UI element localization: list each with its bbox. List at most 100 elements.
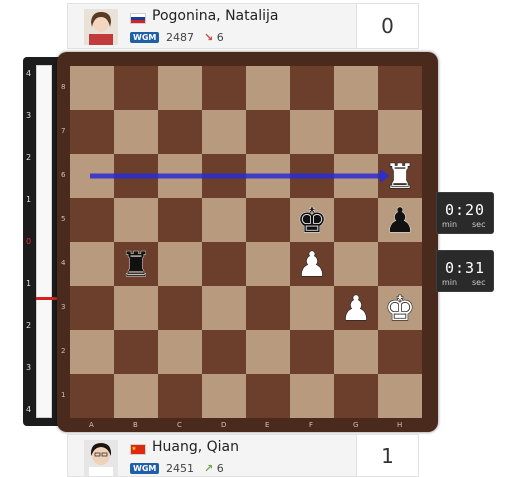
eval-label: 2 xyxy=(26,321,32,330)
black-pawn-h5-icon[interactable]: ♟ xyxy=(384,201,415,242)
trend-up-icon: ↗ xyxy=(204,462,214,475)
top-player-panel: Pogonina, Natalija WGM 2487 ↘ 6 0 xyxy=(67,3,419,49)
square-e2[interactable] xyxy=(246,330,290,374)
square-b3[interactable] xyxy=(114,286,158,330)
square-b8[interactable] xyxy=(114,66,158,110)
square-d3[interactable] xyxy=(202,286,246,330)
rank-label: 5 xyxy=(61,215,66,223)
rating-change-top: ↘ 6 xyxy=(204,31,224,44)
square-c1[interactable] xyxy=(158,374,202,418)
china-flag-icon xyxy=(130,444,146,455)
bottom-player-panel: Huang, Qian WGM 2451 ↗ 6 1 xyxy=(67,434,419,477)
black-rook-b4-icon[interactable]: ♜ xyxy=(120,245,151,286)
square-g8[interactable] xyxy=(334,66,378,110)
eval-zero-line xyxy=(36,297,59,300)
square-h2[interactable] xyxy=(378,330,422,374)
square-c5[interactable] xyxy=(158,198,202,242)
square-c2[interactable] xyxy=(158,330,202,374)
clock-sec-label: sec xyxy=(472,220,486,229)
square-g2[interactable] xyxy=(334,330,378,374)
square-e7[interactable] xyxy=(246,110,290,154)
evaluation-bar: 4 3 2 1 0 1 2 3 4 xyxy=(23,57,59,426)
file-label: F xyxy=(309,421,314,429)
eval-label: 3 xyxy=(26,363,32,372)
eval-label: 4 xyxy=(26,69,32,78)
square-d2[interactable] xyxy=(202,330,246,374)
rating-change-value-bottom: 6 xyxy=(216,462,224,475)
player-avatar-top xyxy=(84,9,118,45)
square-c3[interactable] xyxy=(158,286,202,330)
rank-label: 8 xyxy=(61,83,66,91)
square-g1[interactable] xyxy=(334,374,378,418)
square-d8[interactable] xyxy=(202,66,246,110)
square-d1[interactable] xyxy=(202,374,246,418)
square-a8[interactable] xyxy=(70,66,114,110)
file-label: G xyxy=(353,421,359,429)
rating-change-bottom: ↗ 6 xyxy=(204,462,224,475)
square-c8[interactable] xyxy=(158,66,202,110)
square-e1[interactable] xyxy=(246,374,290,418)
eval-label: 2 xyxy=(26,153,32,162)
square-h1[interactable] xyxy=(378,374,422,418)
square-f1[interactable] xyxy=(290,374,334,418)
square-d5[interactable] xyxy=(202,198,246,242)
rank-label: 7 xyxy=(61,127,66,135)
board-svg[interactable]: ♜♚ ♟♜ ♟♟ ♚ xyxy=(70,66,422,418)
white-pawn-g3-icon[interactable]: ♟ xyxy=(340,288,372,329)
square-f3[interactable] xyxy=(290,286,334,330)
eval-label: 1 xyxy=(26,195,32,204)
square-a3[interactable] xyxy=(70,286,114,330)
square-b5[interactable] xyxy=(114,198,158,242)
square-e3[interactable] xyxy=(246,286,290,330)
square-c7[interactable] xyxy=(158,110,202,154)
square-g5[interactable] xyxy=(334,198,378,242)
square-a5[interactable] xyxy=(70,198,114,242)
square-h4[interactable] xyxy=(378,242,422,286)
square-h7[interactable] xyxy=(378,110,422,154)
title-badge-top: WGM xyxy=(130,32,160,43)
file-label: B xyxy=(133,421,138,429)
title-badge-bottom: WGM xyxy=(130,463,160,474)
black-king-f5-icon[interactable]: ♚ xyxy=(296,201,327,242)
score-top: 0 xyxy=(356,4,418,48)
square-g4[interactable] xyxy=(334,242,378,286)
square-a1[interactable] xyxy=(70,374,114,418)
file-label: D xyxy=(221,421,227,429)
square-b7[interactable] xyxy=(114,110,158,154)
file-label: H xyxy=(397,421,403,429)
square-d7[interactable] xyxy=(202,110,246,154)
square-a4[interactable] xyxy=(70,242,114,286)
white-pawn-f4-icon[interactable]: ♟ xyxy=(296,244,328,285)
square-a7[interactable] xyxy=(70,110,114,154)
square-b1[interactable] xyxy=(114,374,158,418)
eval-label-zero: 0 xyxy=(26,237,32,246)
square-a2[interactable] xyxy=(70,330,114,374)
rating-top: 2487 xyxy=(166,31,194,44)
chess-board[interactable]: ♜ ♚ ♟ ♜ ♟ ♟ ♚ xyxy=(70,66,422,418)
rank-label: 1 xyxy=(61,391,66,399)
square-c4[interactable] xyxy=(158,242,202,286)
eval-bar-track xyxy=(36,65,52,418)
square-g7[interactable] xyxy=(334,110,378,154)
trend-down-icon: ↘ xyxy=(204,31,214,44)
square-h8[interactable] xyxy=(378,66,422,110)
rank-label: 6 xyxy=(61,171,66,179)
russia-flag-icon xyxy=(130,13,146,24)
clock-time-bottom: 0:31 xyxy=(444,259,486,277)
player-avatar-bottom xyxy=(84,440,118,476)
white-king-h3-icon[interactable]: ♚ xyxy=(384,288,416,329)
clock-top: 0:20 min sec xyxy=(436,192,494,234)
square-b2[interactable] xyxy=(114,330,158,374)
square-e8[interactable] xyxy=(246,66,290,110)
eval-label: 3 xyxy=(26,111,32,120)
square-f8[interactable] xyxy=(290,66,334,110)
clock-bottom: 0:31 min sec xyxy=(436,250,494,292)
eval-label: 1 xyxy=(26,279,32,288)
square-e5[interactable] xyxy=(246,198,290,242)
square-e4[interactable] xyxy=(246,242,290,286)
rank-label: 3 xyxy=(61,303,66,311)
square-f7[interactable] xyxy=(290,110,334,154)
white-rook-h6-icon[interactable]: ♜ xyxy=(384,156,416,197)
square-d4[interactable] xyxy=(202,242,246,286)
square-f2[interactable] xyxy=(290,330,334,374)
